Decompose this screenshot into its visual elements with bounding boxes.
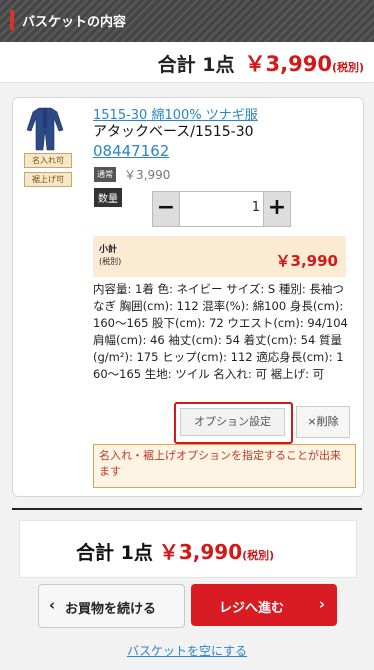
checkout-button[interactable]: レジへ進む › — [191, 584, 337, 626]
product-code-link[interactable]: 08447162 — [93, 142, 169, 160]
continue-shopping-label: お買物を続ける — [65, 602, 157, 617]
quantity-input[interactable]: 1 — [252, 200, 260, 215]
header-bar: バスケットの内容 — [0, 0, 374, 42]
total-price: ￥3,990 — [244, 52, 332, 76]
quantity-plus-button[interactable]: + — [263, 192, 290, 226]
option-settings-label: オプション設定 — [180, 408, 285, 436]
subtotal-box: 小計 (税別) ￥3,990 — [93, 236, 346, 277]
chevron-left-icon: ‹ — [49, 596, 56, 614]
quantity-label: 数量 — [94, 188, 122, 207]
empty-basket-link[interactable]: バスケットを空にする — [0, 642, 374, 659]
total-count: 合計 1点 — [157, 54, 235, 76]
divider — [12, 508, 362, 510]
product-subtitle: アタックベース/1515-30 — [93, 124, 254, 140]
total-price-bottom: ￥3,990 — [158, 540, 243, 564]
header-accent — [10, 10, 14, 30]
total-tax-note: (税別) — [331, 61, 364, 74]
cart-total-top: 合計 1点 ￥3,990(税別) — [0, 42, 374, 83]
continue-shopping-button[interactable]: ‹ お買物を続ける — [38, 584, 185, 628]
option-note: 名入れ・裾上げオプションを指定することが出来ます — [93, 444, 356, 488]
delete-button[interactable]: ×削除 — [296, 406, 350, 438]
unit-price: ￥3,990 — [124, 168, 171, 182]
quantity-stepper: − 1 + — [152, 191, 291, 227]
header-title: バスケットの内容 — [22, 15, 127, 30]
chevron-right-icon: › — [318, 595, 325, 613]
product-details: 内容量: 1着 色: ネイビー サイズ: S 種別: 長袖つなぎ 胸囲(cm):… — [93, 282, 348, 381]
product-image[interactable] — [24, 104, 66, 154]
subtotal-price: ￥3,990 — [275, 252, 338, 270]
subtotal-label: 小計 — [99, 245, 118, 255]
price-type-tag: 通常 — [94, 167, 116, 182]
badge-hemming: 裾上げ可 — [24, 172, 72, 187]
option-settings-button[interactable]: オプション設定 — [174, 402, 293, 444]
subtotal-tax-note: (税別) — [99, 257, 122, 266]
badge-name-embroidery: 名入れ可 — [24, 153, 72, 168]
total-tax-note-bottom: (税別) — [242, 549, 275, 562]
quantity-minus-button[interactable]: − — [153, 192, 180, 226]
total-count-bottom: 合計 1点 — [76, 542, 153, 564]
cart-total-bottom: 合計 1点 ￥3,990(税別) — [19, 520, 357, 578]
checkout-label: レジへ進む — [219, 601, 285, 616]
